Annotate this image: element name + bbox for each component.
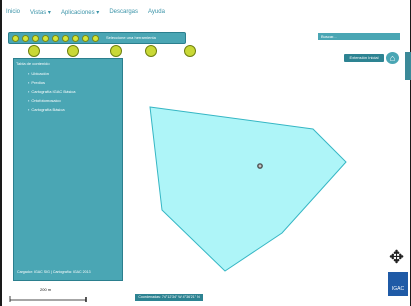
pan-icon[interactable] <box>32 35 39 42</box>
toolbar-tooltip: Seleccione una herramienta <box>106 35 156 40</box>
layer-item[interactable]: Ortofotomosaico <box>28 98 60 103</box>
layer-item[interactable]: Ubicación <box>28 71 49 76</box>
table-of-contents-panel: Tabla de contenido Ubicación Predios Car… <box>13 58 123 281</box>
layer-item[interactable]: Predios <box>28 80 45 85</box>
menu-views[interactable]: Vistas ▾ <box>30 9 51 21</box>
coordinates-button[interactable]: Coordenadas: 74°12'34" W 4°36'21" N <box>135 294 203 301</box>
panel-footer: Cargador: IGAC SIG | Cartografía: IGAC 2… <box>17 270 91 274</box>
menu-apps[interactable]: Aplicaciones ▾ <box>61 9 99 21</box>
full-extent-button[interactable]: Extensión Inicial <box>344 54 384 62</box>
menu-help[interactable]: Ayuda <box>148 9 165 21</box>
menu-downloads[interactable]: Descargas <box>109 9 138 21</box>
select-tool-icon[interactable] <box>110 45 122 57</box>
previous-extent-icon[interactable] <box>42 35 49 42</box>
layer-item[interactable]: Cartografía Básica <box>28 107 64 112</box>
map-toolbar: Seleccione una herramienta <box>8 32 186 44</box>
layer-item[interactable]: Cartografía IGAC Básica <box>28 89 75 94</box>
print-icon[interactable] <box>92 35 99 42</box>
igac-logo: IGAC <box>388 272 408 296</box>
next-extent-icon[interactable] <box>52 35 59 42</box>
zoom-in-icon[interactable] <box>12 35 19 42</box>
parcel-polygon[interactable] <box>149 106 347 272</box>
help-tool-icon[interactable] <box>184 45 196 57</box>
draw-icon[interactable] <box>82 35 89 42</box>
north-arrow-icon: ✥ <box>389 247 405 267</box>
menu-bar: Inicio Vistas ▾ Aplicaciones ▾ Descargas… <box>6 9 165 21</box>
identify-icon[interactable] <box>62 35 69 42</box>
layers-tool-icon[interactable] <box>28 45 40 57</box>
edit-tool-icon[interactable] <box>67 45 79 57</box>
zoom-out-icon[interactable] <box>22 35 29 42</box>
right-panel-tabs[interactable] <box>405 52 411 80</box>
scale-bar <box>9 296 87 302</box>
menu-home[interactable]: Inicio <box>6 9 20 21</box>
cursor-pin-icon <box>257 163 263 169</box>
panel-title: Tabla de contenido <box>16 61 50 66</box>
measure-icon[interactable] <box>72 35 79 42</box>
home-icon[interactable]: ⌂ <box>386 52 399 64</box>
search-input[interactable]: Buscar... <box>318 33 400 40</box>
network-tool-icon[interactable] <box>145 45 157 57</box>
scale-label: 200 m <box>40 287 52 292</box>
